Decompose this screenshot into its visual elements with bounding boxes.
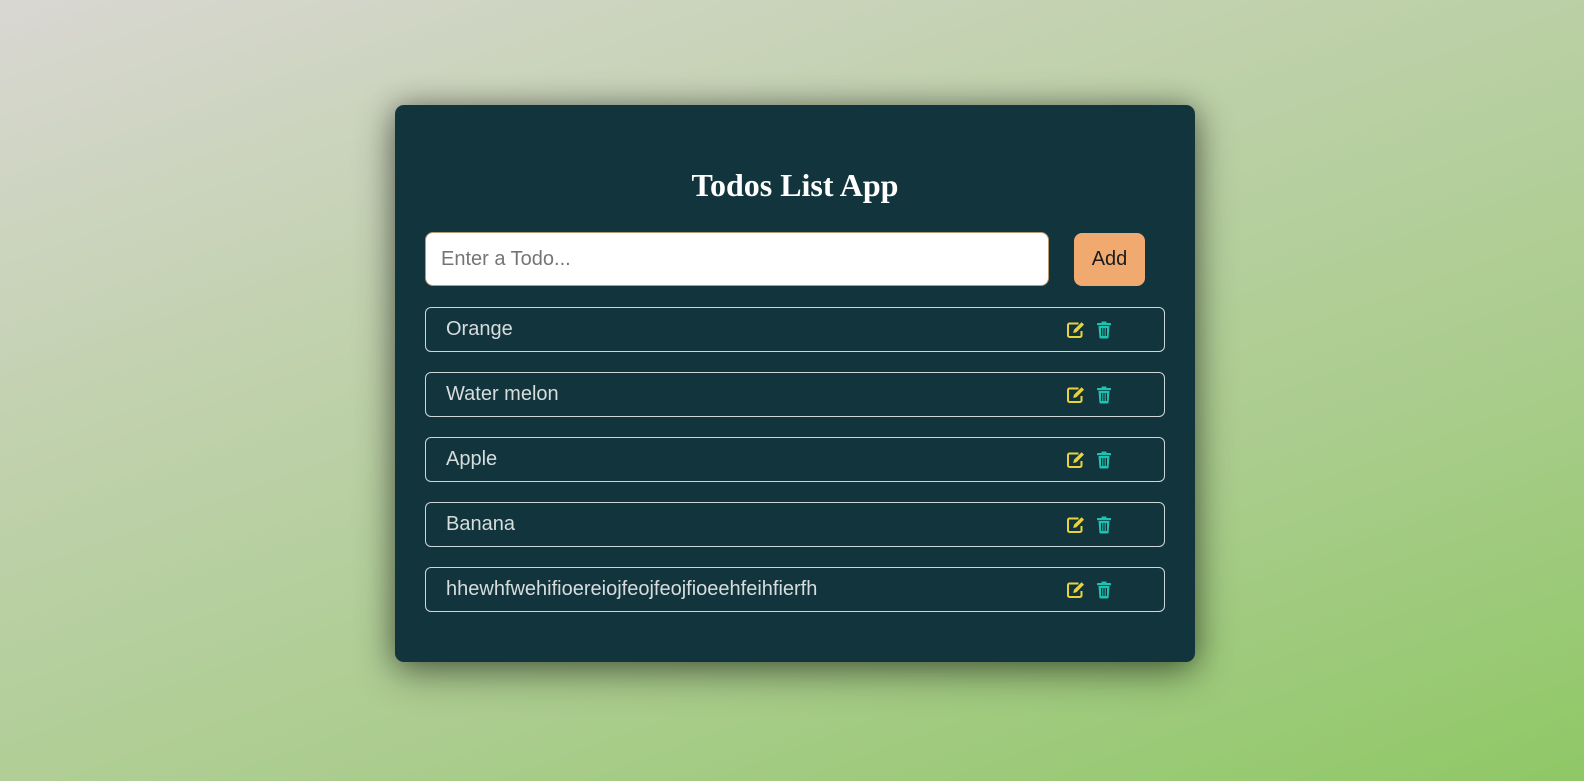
todo-text: hhewhfwehifioereiojfeojfeojfioeehfeihfie… bbox=[446, 578, 818, 600]
trash-icon[interactable] bbox=[1094, 515, 1114, 535]
edit-icon[interactable] bbox=[1066, 320, 1086, 340]
todo-list: Orange Water melon Apple Banana hhewhfwe… bbox=[425, 307, 1165, 632]
todo-actions bbox=[1066, 373, 1114, 416]
trash-icon[interactable] bbox=[1094, 320, 1114, 340]
todo-item: Orange bbox=[425, 307, 1165, 352]
app-title: Todos List App bbox=[691, 167, 899, 203]
edit-icon[interactable] bbox=[1066, 385, 1086, 405]
edit-icon[interactable] bbox=[1066, 580, 1086, 600]
todo-actions bbox=[1066, 568, 1114, 611]
todo-item: hhewhfwehifioereiojfeojfeojfioeehfeihfie… bbox=[425, 567, 1165, 612]
add-button[interactable]: Add bbox=[1074, 233, 1145, 286]
trash-icon[interactable] bbox=[1094, 580, 1114, 600]
todo-input[interactable] bbox=[425, 232, 1049, 286]
todo-item: Banana bbox=[425, 502, 1165, 547]
todo-actions bbox=[1066, 308, 1114, 351]
todo-text: Orange bbox=[446, 318, 513, 340]
todo-text: Apple bbox=[446, 448, 498, 470]
todo-item: Apple bbox=[425, 437, 1165, 482]
edit-icon[interactable] bbox=[1066, 450, 1086, 470]
todo-text: Water melon bbox=[446, 383, 559, 405]
edit-icon[interactable] bbox=[1066, 515, 1086, 535]
todo-text: Banana bbox=[446, 513, 515, 535]
trash-icon[interactable] bbox=[1094, 385, 1114, 405]
todo-card: Todos List App Add Orange Water melon bbox=[395, 105, 1195, 662]
todo-actions bbox=[1066, 503, 1114, 546]
trash-icon[interactable] bbox=[1094, 450, 1114, 470]
todo-actions bbox=[1066, 438, 1114, 481]
todo-item: Water melon bbox=[425, 372, 1165, 417]
